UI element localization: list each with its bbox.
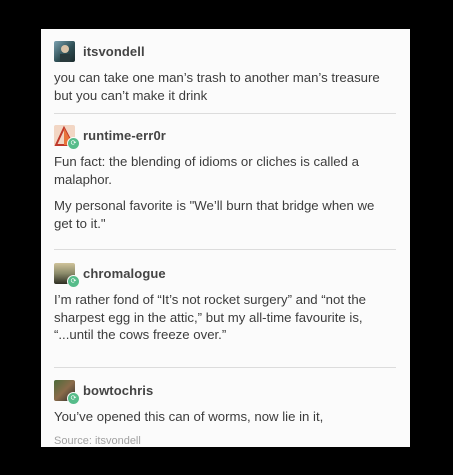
post-chromalogue: ⟳ chromalogue I’m rather fond of “It’s n… xyxy=(54,250,396,368)
post-header: ⟳ runtime-err0r xyxy=(54,123,396,150)
avatar[interactable]: ⟳ xyxy=(54,262,80,288)
post-body: Fun fact: the blending of idioms or clic… xyxy=(54,153,396,232)
post-text: My personal favorite is "We’ll burn that… xyxy=(54,198,375,231)
post-body: I’m rather fond of “It’s not rocket surg… xyxy=(54,291,396,344)
post-body: you can take one man’s trash to another … xyxy=(54,69,396,104)
username[interactable]: runtime-err0r xyxy=(83,128,166,143)
post-text: Fun fact: the blending of idioms or clic… xyxy=(54,154,359,187)
post-bowtochris: ⟳ bowtochris You’ve opened this can of w… xyxy=(54,368,396,447)
source-link[interactable]: Source: itsvondell xyxy=(54,435,396,447)
avatar[interactable]: ⟳ xyxy=(54,124,80,150)
reblog-icon: ⟳ xyxy=(67,391,80,405)
person-silhouette-icon xyxy=(60,44,70,62)
reblog-icon: ⟳ xyxy=(67,274,80,288)
avatar[interactable]: ⟳ xyxy=(54,379,80,405)
username[interactable]: bowtochris xyxy=(83,383,153,398)
tumblr-post-card: itsvondell you can take one man’s trash … xyxy=(41,29,410,447)
username[interactable]: itsvondell xyxy=(83,44,145,59)
post-text: You’ve opened this can of worms, now lie… xyxy=(54,409,324,424)
post-header: ⟳ bowtochris xyxy=(54,378,396,405)
post-text: you can take one man’s trash to another … xyxy=(54,70,380,103)
post-header: itsvondell xyxy=(54,39,396,63)
post-text: I’m rather fond of “It’s not rocket surg… xyxy=(54,292,367,342)
post-runtime-err0r: ⟳ runtime-err0r Fun fact: the blending o… xyxy=(54,114,396,250)
post-body: You’ve opened this can of worms, now lie… xyxy=(54,408,396,426)
reblog-icon: ⟳ xyxy=(67,136,80,150)
post-itsvondell: itsvondell you can take one man’s trash … xyxy=(54,39,396,114)
avatar[interactable] xyxy=(54,40,75,62)
post-header: ⟳ chromalogue xyxy=(54,261,396,288)
username[interactable]: chromalogue xyxy=(83,266,166,281)
